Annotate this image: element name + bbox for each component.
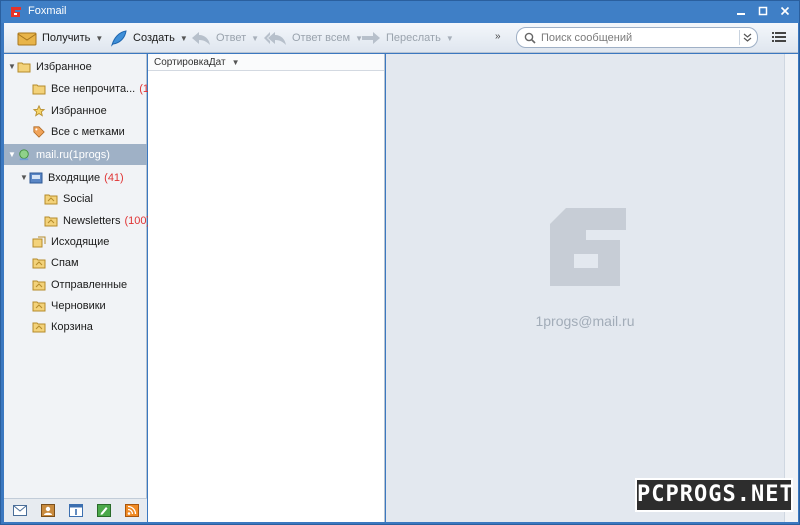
sidebar-item-trash[interactable]: Корзина — [4, 316, 147, 337]
account-label: mail.ru(1progs) — [36, 148, 110, 161]
forward-button[interactable]: Переслать ▼ — [361, 27, 454, 49]
compose-label: Создать — [133, 32, 175, 44]
reply-all-button[interactable]: Ответ всем ▼ — [263, 27, 363, 49]
sidebar-item-label: Корзина — [51, 320, 93, 333]
reply-all-label: Ответ всем — [292, 32, 351, 44]
window-title: Foxmail — [28, 5, 67, 17]
message-list[interactable]: СортировкаДат ▼ — [148, 54, 385, 522]
reply-all-arrow-icon — [264, 32, 286, 45]
close-button[interactable] — [775, 4, 795, 20]
search-input[interactable] — [541, 30, 731, 45]
sidebar-item-drafts[interactable]: Черновики — [4, 295, 147, 316]
chevron-down-icon[interactable]: ▼ — [95, 34, 103, 43]
forward-label: Переслать — [386, 32, 441, 44]
maximize-icon — [758, 6, 768, 16]
sort-label: СортировкаДат — [154, 56, 226, 68]
sidebar-item-outbox[interactable]: Исходящие — [4, 231, 147, 252]
foxmail-window: Foxmail Получить ▼ Создать ▼ Ответ ▼ Отв… — [0, 0, 800, 525]
sidebar-item-label: Social — [63, 192, 93, 205]
hamburger-menu-icon[interactable] — [772, 30, 786, 44]
notes-module-icon[interactable] — [97, 504, 111, 517]
expand-arrow-icon[interactable]: ▼ — [7, 150, 17, 159]
sidebar-item-social[interactable]: Social — [4, 188, 147, 209]
forward-arrow-icon — [362, 32, 380, 44]
sidebar-item-starred[interactable]: Избранное — [4, 100, 147, 121]
account-globe-icon — [19, 148, 29, 160]
feather-icon — [110, 30, 127, 47]
reply-button[interactable]: Ответ ▼ — [191, 27, 259, 49]
sidebar-item-label: Newsletters — [63, 214, 121, 227]
folder-icon — [44, 194, 58, 204]
unread-count: (100) — [124, 214, 151, 227]
expand-arrow-icon[interactable]: ▼ — [7, 62, 17, 71]
reply-label: Ответ — [216, 32, 247, 44]
double-chevron-down-icon — [743, 33, 752, 42]
sidebar-item-label: Спам — [51, 256, 79, 269]
chevron-down-icon: ▼ — [231, 57, 240, 67]
sidebar-item-label: Черновики — [51, 299, 106, 312]
sidebar-item-label: Избранное — [51, 104, 107, 117]
sidebar-item-inbox[interactable]: ▼ Входящие (41) — [4, 167, 147, 188]
folder-icon — [44, 216, 58, 226]
module-switcher-bar — [4, 498, 147, 522]
receive-button[interactable]: Получить ▼ — [17, 27, 103, 49]
calendar-module-icon[interactable] — [69, 504, 83, 517]
expand-arrow-icon[interactable]: ▼ — [19, 173, 29, 182]
sidebar-item-label: Все непрочита... — [51, 82, 136, 95]
reply-arrow-icon — [192, 32, 210, 45]
folder-icon — [32, 301, 46, 311]
search-icon — [524, 32, 536, 44]
star-icon — [32, 104, 46, 117]
sidebar-item-label: Все с метками — [51, 125, 125, 138]
rss-module-icon[interactable] — [125, 504, 139, 517]
sidebar-item-all-unread[interactable]: Все непрочита... (141) — [4, 78, 165, 99]
chevron-down-icon[interactable]: ▼ — [180, 34, 188, 43]
inbox-icon — [29, 172, 43, 183]
sidebar-item-label: Входящие — [48, 171, 101, 184]
main-toolbar: Получить ▼ Создать ▼ Ответ ▼ Ответ всем … — [4, 23, 798, 53]
contacts-module-icon[interactable] — [41, 504, 55, 517]
mail-module-icon[interactable] — [13, 504, 27, 517]
sidebar-item-label: Отправленные — [51, 278, 128, 291]
sidebar-item-sent[interactable]: Отправленные — [4, 274, 147, 295]
title-bar: Foxmail — [1, 1, 799, 23]
envelope-icon — [17, 32, 37, 46]
folder-icon — [32, 84, 46, 94]
minimize-button[interactable] — [731, 4, 751, 20]
site-watermark: PCPROGS.NET — [635, 478, 793, 512]
chevron-down-icon[interactable]: ▼ — [251, 34, 259, 43]
right-edge-strip — [784, 54, 798, 522]
sidebar-item-spam[interactable]: Спам — [4, 252, 147, 273]
foxmail-watermark-logo-icon — [550, 208, 626, 286]
compose-button[interactable]: Создать ▼ — [110, 27, 188, 49]
folder-tree: ▼ Избранное Все непрочита... (141) Избра… — [4, 54, 165, 522]
close-icon — [780, 6, 790, 16]
receive-label: Получить — [42, 32, 91, 44]
maximize-button[interactable] — [753, 4, 773, 20]
search-box — [516, 27, 758, 48]
toolbar-overflow-button[interactable]: » — [495, 31, 501, 42]
outbox-icon — [32, 236, 46, 247]
search-options-button[interactable] — [739, 30, 755, 45]
folder-icon — [32, 258, 46, 268]
foxmail-logo-icon — [11, 7, 21, 17]
unread-count: (41) — [104, 171, 124, 184]
folder-icon — [32, 280, 46, 290]
favorites-label: Избранное — [36, 60, 92, 73]
chevron-down-icon[interactable]: ▼ — [446, 34, 454, 43]
folder-icon — [17, 62, 31, 72]
favorites-group[interactable]: ▼ Избранное — [4, 56, 147, 77]
reading-pane: 1progs@mail.ru — [386, 54, 784, 522]
sidebar-item-newsletters[interactable]: Newsletters (100) — [4, 210, 151, 231]
account-mailru[interactable]: ▼ mail.ru(1progs) — [4, 144, 147, 165]
tag-icon — [33, 125, 45, 138]
folder-icon — [32, 322, 46, 332]
sidebar-item-label: Исходящие — [51, 235, 110, 248]
account-email: 1progs@mail.ru — [535, 313, 635, 329]
sort-dropdown[interactable]: СортировкаДат ▼ — [148, 54, 384, 71]
minimize-icon — [737, 13, 745, 15]
sidebar-item-tagged[interactable]: Все с метками — [4, 121, 147, 142]
